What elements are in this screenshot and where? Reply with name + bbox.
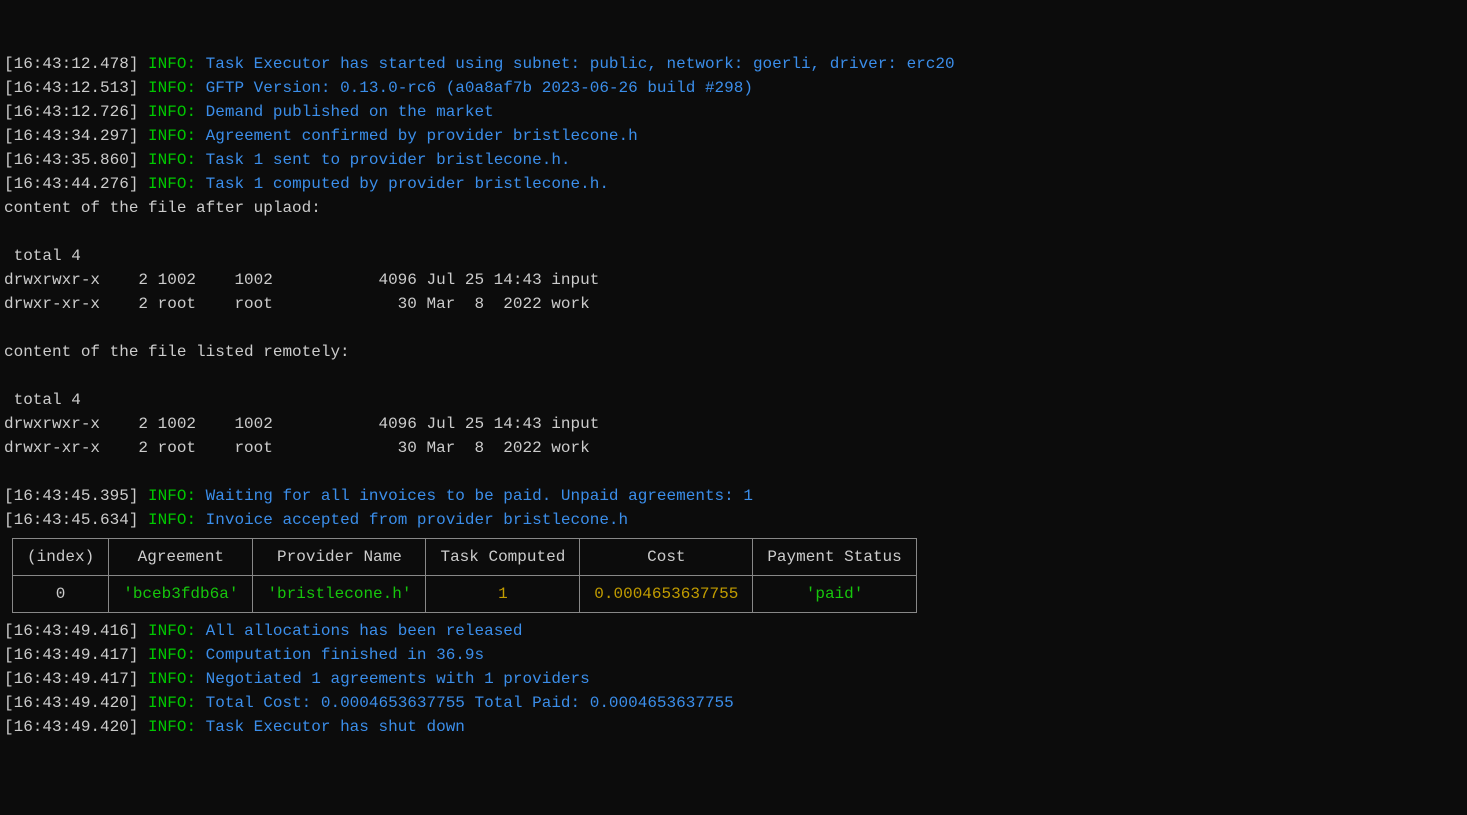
log-level: INFO	[148, 487, 186, 505]
log-level: INFO	[148, 79, 186, 97]
cell-provider: 'bristlecone.h'	[253, 576, 426, 613]
log-level: INFO	[148, 670, 186, 688]
log-level: INFO	[148, 694, 186, 712]
log-colon: :	[186, 646, 196, 664]
log-level: INFO	[148, 718, 186, 736]
ls-row: drwxrwxr-x 2 1002 1002 4096 Jul 25 14:43…	[4, 415, 599, 433]
cell-payment-status: 'paid'	[753, 576, 916, 613]
table-header: Agreement	[109, 539, 253, 576]
log-message: Task Executor has shut down	[206, 718, 465, 736]
log-level: INFO	[148, 175, 186, 193]
log-message: Demand published on the market	[206, 103, 494, 121]
log-colon: :	[186, 103, 196, 121]
log-level: INFO	[148, 511, 186, 529]
table-header: Provider Name	[253, 539, 426, 576]
table-header: Task Computed	[426, 539, 580, 576]
table-header: Cost	[580, 539, 753, 576]
output-heading: content of the file after uplaod:	[4, 199, 321, 217]
log-level: INFO	[148, 55, 186, 73]
log-timestamp: [16:43:12.513]	[4, 79, 138, 97]
log-level: INFO	[148, 127, 186, 145]
ls-total: total 4	[4, 247, 81, 265]
log-level: INFO	[148, 103, 186, 121]
log-timestamp: [16:43:12.478]	[4, 55, 138, 73]
log-timestamp: [16:43:49.420]	[4, 718, 138, 736]
output-heading: content of the file listed remotely:	[4, 343, 350, 361]
log-timestamp: [16:43:34.297]	[4, 127, 138, 145]
log-message: GFTP Version: 0.13.0-rc6 (a0a8af7b 2023-…	[206, 79, 753, 97]
log-colon: :	[186, 622, 196, 640]
log-timestamp: [16:43:49.417]	[4, 670, 138, 688]
log-timestamp: [16:43:44.276]	[4, 175, 138, 193]
log-colon: :	[186, 511, 196, 529]
log-message: Agreement confirmed by provider bristlec…	[206, 127, 638, 145]
log-message: Task 1 sent to provider bristlecone.h.	[206, 151, 571, 169]
log-timestamp: [16:43:12.726]	[4, 103, 138, 121]
terminal-output[interactable]: [16:43:12.478] INFO: Task Executor has s…	[4, 52, 1463, 532]
table-header-row: (index) Agreement Provider Name Task Com…	[13, 539, 917, 576]
table-row: 0 'bceb3fdb6a' 'bristlecone.h' 1 0.00046…	[13, 576, 917, 613]
log-level: INFO	[148, 151, 186, 169]
log-message: Task Executor has started using subnet: …	[206, 55, 955, 73]
log-message: Computation finished in 36.9s	[206, 646, 484, 664]
log-timestamp: [16:43:45.395]	[4, 487, 138, 505]
cell-index: 0	[13, 576, 109, 613]
log-level: INFO	[148, 646, 186, 664]
log-timestamp: [16:43:49.420]	[4, 694, 138, 712]
log-message: Total Cost: 0.0004653637755 Total Paid: …	[206, 694, 734, 712]
log-colon: :	[186, 79, 196, 97]
log-message: Task 1 computed by provider bristlecone.…	[206, 175, 609, 193]
log-colon: :	[186, 718, 196, 736]
log-timestamp: [16:43:35.860]	[4, 151, 138, 169]
terminal-output-footer[interactable]: [16:43:49.416] INFO: All allocations has…	[4, 619, 1463, 739]
log-level: INFO	[148, 622, 186, 640]
log-colon: :	[186, 151, 196, 169]
table-header: Payment Status	[753, 539, 916, 576]
cell-agreement: 'bceb3fdb6a'	[109, 576, 253, 613]
log-timestamp: [16:43:45.634]	[4, 511, 138, 529]
ls-row: drwxrwxr-x 2 1002 1002 4096 Jul 25 14:43…	[4, 271, 599, 289]
log-colon: :	[186, 55, 196, 73]
log-colon: :	[186, 487, 196, 505]
log-colon: :	[186, 175, 196, 193]
log-message: Waiting for all invoices to be paid. Unp…	[206, 487, 753, 505]
log-message: All allocations has been released	[206, 622, 523, 640]
ls-row: drwxr-xr-x 2 root root 30 Mar 8 2022 wor…	[4, 295, 590, 313]
summary-table: (index) Agreement Provider Name Task Com…	[12, 538, 917, 613]
cell-task-computed: 1	[426, 576, 580, 613]
cell-cost: 0.0004653637755	[580, 576, 753, 613]
log-message: Invoice accepted from provider bristleco…	[206, 511, 628, 529]
ls-row: drwxr-xr-x 2 root root 30 Mar 8 2022 wor…	[4, 439, 590, 457]
log-timestamp: [16:43:49.416]	[4, 622, 138, 640]
table-header: (index)	[13, 539, 109, 576]
log-colon: :	[186, 127, 196, 145]
log-colon: :	[186, 670, 196, 688]
ls-total: total 4	[4, 391, 81, 409]
log-colon: :	[186, 694, 196, 712]
log-message: Negotiated 1 agreements with 1 providers	[206, 670, 590, 688]
log-timestamp: [16:43:49.417]	[4, 646, 138, 664]
